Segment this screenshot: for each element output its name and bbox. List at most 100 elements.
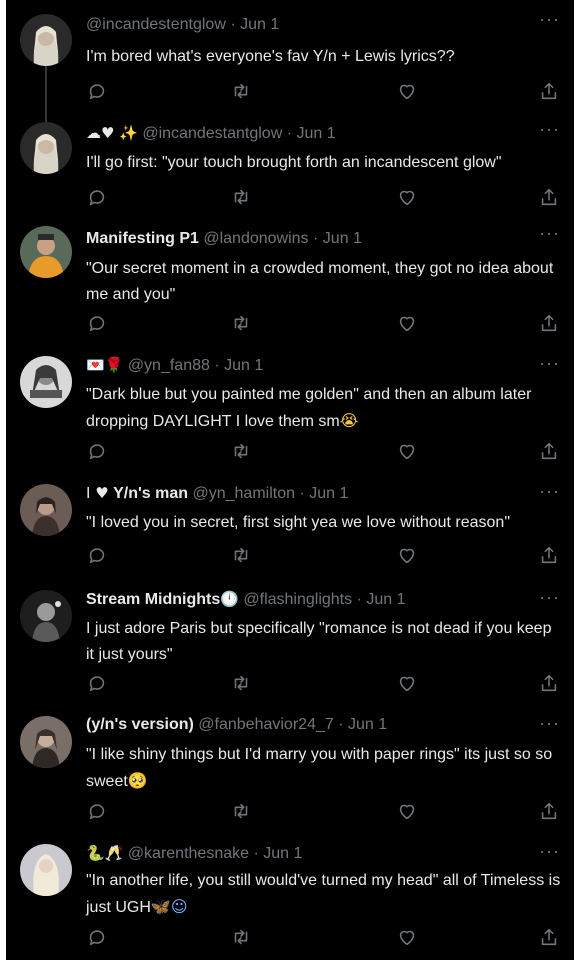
avatar[interactable] (20, 122, 72, 174)
tweet-text: "Our secret moment in a crowded moment, … (86, 260, 554, 303)
more-options-icon[interactable]: ··· (539, 10, 560, 28)
tweet[interactable]: ☁♥ ✨ @incandestantglow · Jun 1 ··· I'll … (6, 110, 574, 214)
separator-dot: · (313, 230, 319, 247)
retweet-icon[interactable] (230, 672, 254, 696)
tweet[interactable]: 🐍🥂 @karenthesnake · Jun 1 ··· "In anothe… (6, 832, 574, 960)
user-handle[interactable]: @yn_fan88 (128, 357, 210, 374)
retweet-icon[interactable] (230, 186, 254, 210)
tweet-thread: @incandestentglow · Jun 1 ··· I'm bored … (6, 0, 574, 960)
user-handle[interactable]: @incandestentglow (86, 16, 226, 33)
like-heart-icon[interactable] (396, 544, 420, 568)
tweet-date[interactable]: Jun 1 (296, 125, 335, 142)
reply-icon[interactable] (86, 926, 110, 950)
more-options-icon[interactable]: ··· (539, 588, 560, 606)
avatar[interactable] (20, 590, 72, 642)
tweet-actions (86, 672, 557, 696)
like-heart-icon[interactable] (396, 440, 420, 464)
tweet-header: I ♥ Y/n's man @yn_hamilton · Jun 1 (86, 482, 534, 504)
avatar[interactable] (20, 356, 72, 408)
user-handle[interactable]: @landonowins (203, 230, 308, 247)
retweet-icon[interactable] (230, 544, 254, 568)
reply-icon[interactable] (86, 440, 110, 464)
like-heart-icon[interactable] (396, 186, 420, 210)
user-handle[interactable]: @incandestantglow (142, 125, 282, 142)
display-name[interactable]: (y/n's version) (86, 716, 194, 733)
tweet-text: "I loved you in secret, first sight yea … (86, 514, 511, 531)
like-heart-icon[interactable] (396, 800, 420, 824)
user-handle[interactable]: @flashinglights (243, 591, 352, 608)
tweet-header: @incandestentglow · Jun 1 (86, 14, 534, 36)
user-handle[interactable]: @fanbehavior24_7 (198, 716, 333, 733)
tweet[interactable]: @incandestentglow · Jun 1 ··· I'm bored … (6, 0, 574, 110)
tweet-header: Manifesting P1 @landonowins · Jun 1 (86, 228, 534, 250)
tweet-actions (86, 80, 557, 104)
share-icon[interactable] (538, 186, 562, 210)
tweet[interactable]: 💌🌹 @yn_fan88 · Jun 1 ··· "Dark blue but … (6, 344, 574, 472)
tweet-text: I'm bored what's everyone's fav Y/n + Le… (86, 48, 455, 65)
more-options-icon[interactable]: ··· (539, 354, 560, 372)
retweet-icon[interactable] (230, 800, 254, 824)
tweet-text: I'll go first: "your touch brought forth… (86, 154, 502, 171)
avatar[interactable] (20, 716, 72, 768)
reply-icon[interactable] (86, 312, 110, 336)
tweet-text: "In another life, you still would've tur… (86, 868, 562, 921)
share-icon[interactable] (538, 80, 562, 104)
tweet-date[interactable]: Jun 1 (366, 591, 405, 608)
tweet[interactable]: Manifesting P1 @landonowins · Jun 1 ··· … (6, 214, 574, 344)
tweet-date[interactable]: Jun 1 (240, 16, 279, 33)
like-heart-icon[interactable] (396, 926, 420, 950)
tweet-date[interactable]: Jun 1 (323, 230, 362, 247)
tweet-date[interactable]: Jun 1 (224, 357, 263, 374)
tweet-header: 💌🌹 @yn_fan88 · Jun 1 (86, 354, 534, 376)
tweet-text: "Dark blue but you painted me golden" an… (86, 382, 562, 435)
display-name[interactable]: Y/n's man (113, 485, 188, 502)
tweet-header: ☁♥ ✨ @incandestantglow · Jun 1 (86, 122, 534, 144)
share-icon[interactable] (538, 926, 562, 950)
retweet-icon[interactable] (230, 312, 254, 336)
separator-dot: · (214, 357, 220, 374)
tweet[interactable]: Stream Midnights🕛 @flashinglights · Jun … (6, 578, 574, 704)
tweet[interactable]: (y/n's version) @fanbehavior24_7 · Jun 1… (6, 704, 574, 832)
like-heart-icon[interactable] (396, 672, 420, 696)
reply-icon[interactable] (86, 80, 110, 104)
avatar[interactable] (20, 844, 72, 896)
pleading-emoji: 🥺 (127, 771, 148, 790)
tweet[interactable]: I ♥ Y/n's man @yn_hamilton · Jun 1 ··· "… (6, 472, 574, 578)
more-options-icon[interactable]: ··· (539, 120, 560, 138)
share-icon[interactable] (538, 544, 562, 568)
display-name[interactable]: Manifesting P1 (86, 230, 199, 247)
like-heart-icon[interactable] (396, 312, 420, 336)
share-icon[interactable] (538, 672, 562, 696)
reply-icon[interactable] (86, 672, 110, 696)
reply-icon[interactable] (86, 186, 110, 210)
retweet-icon[interactable] (230, 440, 254, 464)
retweet-icon[interactable] (230, 80, 254, 104)
display-name[interactable]: Stream Midnights (86, 591, 220, 608)
clock-icon: 🕛 (220, 590, 239, 608)
tweet-text: "I like shiny things but I'd marry you w… (86, 742, 562, 795)
tweet-date[interactable]: Jun 1 (263, 845, 302, 862)
tweet-actions (86, 926, 557, 950)
separator-dot: · (230, 16, 236, 33)
more-options-icon[interactable]: ··· (539, 224, 560, 242)
user-handle[interactable]: @yn_hamilton (192, 485, 295, 502)
avatar[interactable] (20, 226, 72, 278)
like-heart-icon[interactable] (396, 80, 420, 104)
avatar[interactable] (20, 14, 72, 66)
user-handle[interactable]: @karenthesnake (128, 845, 249, 862)
retweet-icon[interactable] (230, 926, 254, 950)
separator-dot: · (253, 845, 259, 862)
tweet-actions (86, 440, 557, 464)
more-options-icon[interactable]: ··· (539, 482, 560, 500)
avatar[interactable] (20, 484, 72, 536)
more-options-icon[interactable]: ··· (539, 842, 560, 860)
tweet-date[interactable]: Jun 1 (348, 716, 387, 733)
share-icon[interactable] (538, 440, 562, 464)
share-icon[interactable] (538, 800, 562, 824)
reply-icon[interactable] (86, 544, 110, 568)
tweet-header: (y/n's version) @fanbehavior24_7 · Jun 1 (86, 714, 534, 736)
more-options-icon[interactable]: ··· (539, 714, 560, 732)
tweet-date[interactable]: Jun 1 (309, 485, 348, 502)
reply-icon[interactable] (86, 800, 110, 824)
share-icon[interactable] (538, 312, 562, 336)
